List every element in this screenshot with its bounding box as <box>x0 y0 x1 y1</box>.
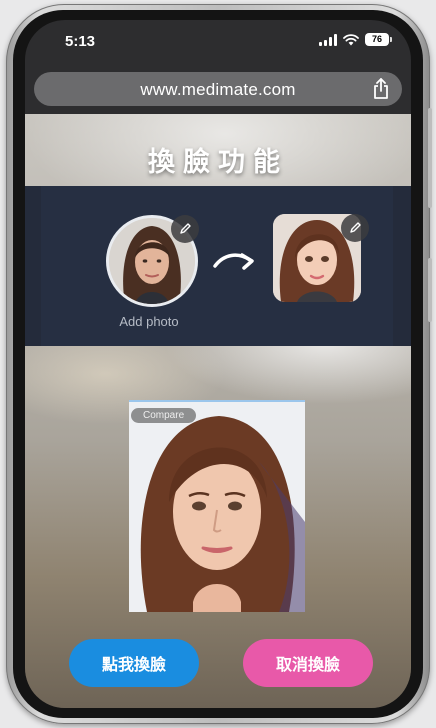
compare-badge[interactable]: Compare <box>131 408 197 423</box>
screen: 5:13 76 www.medimate.com 換臉功能 Add photo … <box>25 20 411 708</box>
side-button <box>428 258 432 322</box>
url-text[interactable]: www.medimate.com <box>34 80 402 100</box>
cancel-swap-button[interactable]: 取消換臉 <box>243 639 373 687</box>
swap-face-button[interactable]: 點我換臉 <box>69 639 199 687</box>
result-image-card[interactable]: Compare <box>129 400 305 612</box>
status-time: 5:13 <box>65 33 96 50</box>
wifi-icon <box>343 33 359 45</box>
result-face-image <box>129 402 305 612</box>
signal-icon <box>319 33 337 46</box>
face-swap-panel: Add photo <box>25 186 411 346</box>
status-bar: 5:13 76 <box>25 20 411 64</box>
address-bar[interactable]: www.medimate.com <box>34 72 402 106</box>
edit-target-photo-button[interactable] <box>341 214 369 242</box>
page-title: 換臉功能 <box>148 147 288 178</box>
battery-icon: 76 <box>365 33 392 46</box>
add-photo-label[interactable]: Add photo <box>99 314 199 329</box>
panel-inner: Add photo <box>41 186 393 346</box>
share-icon[interactable] <box>372 78 390 100</box>
curved-arrow-icon <box>213 253 254 270</box>
edit-source-photo-button[interactable] <box>171 215 199 243</box>
pencil-icon <box>350 222 361 233</box>
side-button <box>428 108 432 208</box>
web-page: 換臉功能 Add photo Compare 點我換臉 取消換臉 <box>25 114 411 708</box>
pencil-icon <box>180 223 191 234</box>
status-icons: 76 <box>319 33 392 46</box>
